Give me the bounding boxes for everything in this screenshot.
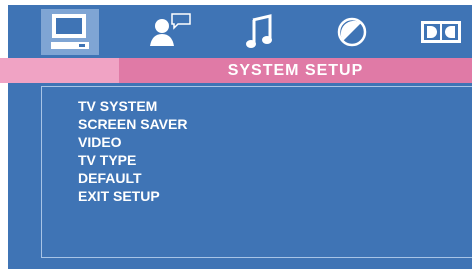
tab-system-monitor[interactable]	[41, 9, 99, 55]
contrast-circle-icon	[337, 17, 367, 47]
tab-dolby[interactable]	[412, 9, 470, 55]
menu-item-exit-setup[interactable]: EXIT SETUP	[78, 187, 187, 205]
category-tab-bar	[8, 5, 472, 55]
tab-audio[interactable]	[230, 9, 288, 55]
person-speech-icon	[150, 13, 191, 46]
menu-item-tv-type[interactable]: TV TYPE	[78, 151, 187, 169]
menu-item-tv-system[interactable]: TV SYSTEM	[78, 97, 187, 115]
setup-screen: SYSTEM SETUP TV SYSTEM SCREEN SAVER VIDE…	[0, 0, 472, 270]
menu-item-default[interactable]: DEFAULT	[78, 169, 187, 187]
music-note-icon	[246, 14, 272, 48]
menu-item-video[interactable]: VIDEO	[78, 133, 187, 151]
page-title: SYSTEM SETUP	[119, 58, 472, 83]
tab-language[interactable]	[140, 9, 198, 55]
monitor-icon	[51, 14, 89, 49]
tab-video[interactable]	[323, 9, 381, 55]
menu-item-screen-saver[interactable]: SCREEN SAVER	[78, 115, 187, 133]
setup-menu: TV SYSTEM SCREEN SAVER VIDEO TV TYPE DEF…	[78, 97, 187, 205]
dolby-icon	[421, 21, 461, 43]
